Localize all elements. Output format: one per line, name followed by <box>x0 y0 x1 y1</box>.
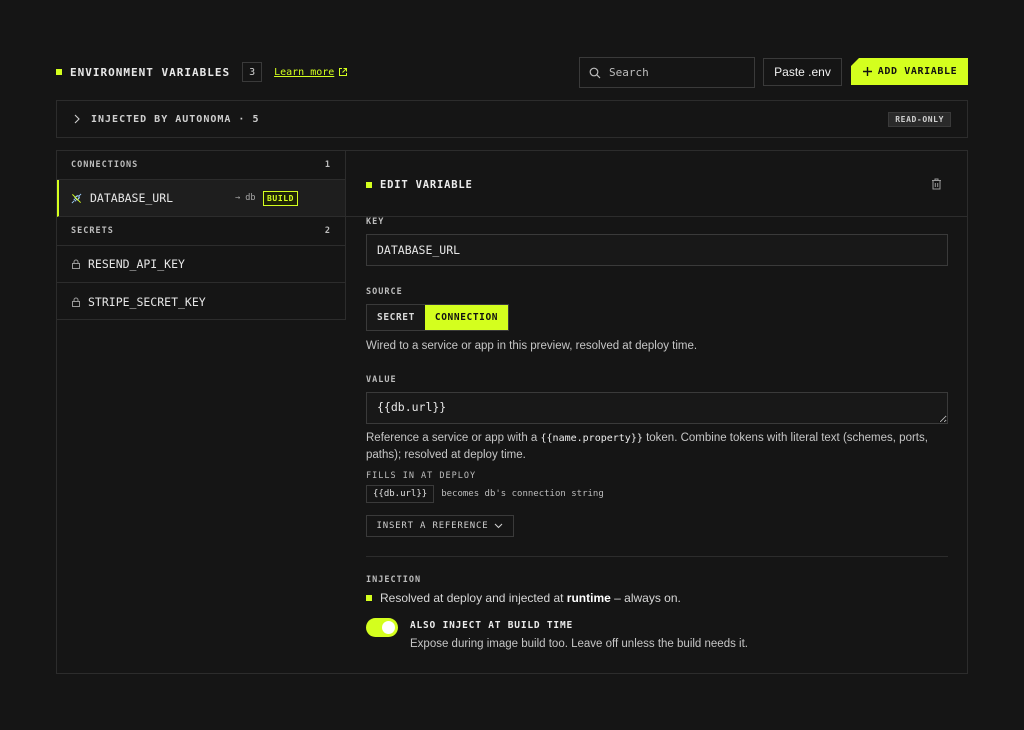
toggle-knob <box>382 621 395 634</box>
secrets-section-header: SECRETS 2 <box>57 217 345 246</box>
read-only-badge: READ-ONLY <box>888 112 951 127</box>
token-chip: {{db.url}} <box>366 485 435 503</box>
external-link-icon <box>339 68 348 76</box>
secrets-title: SECRETS <box>71 226 114 236</box>
plus-icon <box>862 67 872 76</box>
value-help-text: Reference a service or app with a {{name… <box>366 430 948 463</box>
connections-count: 1 <box>324 160 331 170</box>
key-label: KEY <box>366 217 385 227</box>
variable-name: STRIPE_SECRET_KEY <box>88 294 206 309</box>
chevron-right-icon <box>74 114 80 124</box>
build-badge: BUILD <box>263 191 299 206</box>
accent-square <box>56 69 62 75</box>
build-time-toggle-title: ALSO INJECT AT BUILD TIME <box>410 620 573 631</box>
learn-more-label: Learn more <box>274 66 335 78</box>
edit-variable-title: EDIT VARIABLE <box>380 179 473 191</box>
fills-description: becomes db's connection string <box>441 489 604 499</box>
list-item-stripe-secret-key[interactable]: STRIPE_SECRET_KEY <box>57 283 345 320</box>
learn-more-link[interactable]: Learn more <box>274 67 348 78</box>
injection-pre: Resolved at deploy and injected at <box>380 591 567 605</box>
token-syntax: {{name.property}} <box>540 433 643 444</box>
list-item-resend-api-key[interactable]: RESEND_API_KEY <box>57 246 345 283</box>
variable-list: CONNECTIONS 1 DATABASE_URL → db BUILD SE… <box>57 151 346 320</box>
key-input[interactable] <box>366 234 948 266</box>
value-label: VALUE <box>366 375 397 385</box>
injected-by-autonoma-row[interactable]: INJECTED BY AUTONOMA · 5 READ-ONLY <box>56 100 968 138</box>
source-toggle: SECRET CONNECTION <box>366 304 510 331</box>
variable-name: DATABASE_URL <box>90 191 174 205</box>
trash-icon[interactable] <box>931 178 942 190</box>
search-input[interactable] <box>609 66 739 79</box>
search-icon <box>589 67 601 78</box>
source-help-text: Wired to a service or app in this previe… <box>366 340 698 352</box>
injected-label: INJECTED BY AUTONOMA · 5 <box>91 113 260 125</box>
build-time-toggle[interactable] <box>366 618 398 637</box>
header-divider <box>346 216 968 217</box>
search-field[interactable] <box>579 57 755 88</box>
value-help-pre: Reference a service or app with a <box>366 432 541 444</box>
connections-title: CONNECTIONS <box>71 160 139 170</box>
fills-label: FILLS IN AT DEPLOY <box>366 471 477 481</box>
variables-panel: CONNECTIONS 1 DATABASE_URL → db BUILD SE… <box>56 150 968 674</box>
chevron-down-icon <box>495 523 503 529</box>
insert-reference-label: INSERT A REFERENCE <box>376 521 489 531</box>
build-time-toggle-description: Expose during image build too. Leave off… <box>410 638 748 650</box>
edit-variable-header: EDIT VARIABLE <box>366 177 948 193</box>
variable-count-badge: 3 <box>242 62 263 82</box>
lock-icon <box>72 297 80 307</box>
injection-label: INJECTION <box>366 575 422 585</box>
connection-target: → db <box>235 193 256 203</box>
source-connection-option[interactable]: CONNECTION <box>424 305 509 330</box>
header-title-group: ENVIRONMENT VARIABLES 3 Learn more <box>56 62 348 82</box>
add-variable-label: ADD VARIABLE <box>877 66 958 77</box>
paste-env-button[interactable]: Paste .env <box>763 58 842 86</box>
plug-icon <box>71 193 82 203</box>
add-variable-button[interactable]: ADD VARIABLE <box>851 58 968 85</box>
secrets-count: 2 <box>324 226 331 236</box>
connections-section-header: CONNECTIONS 1 <box>57 151 345 180</box>
fills-preview: {{db.url}} becomes db's connection strin… <box>366 485 604 503</box>
variable-name: RESEND_API_KEY <box>88 257 185 271</box>
injection-text: Resolved at deploy and injected at runti… <box>380 591 681 605</box>
injection-status: Resolved at deploy and injected at runti… <box>366 591 681 605</box>
section-divider <box>366 556 948 557</box>
accent-square <box>366 182 372 188</box>
insert-reference-button[interactable]: INSERT A REFERENCE <box>366 515 514 537</box>
injection-runtime: runtime <box>566 591 611 605</box>
list-item-database-url[interactable]: DATABASE_URL → db BUILD <box>57 180 345 217</box>
page-title: ENVIRONMENT VARIABLES <box>70 65 231 79</box>
lock-icon <box>72 259 80 269</box>
env-header: ENVIRONMENT VARIABLES 3 Learn more Paste… <box>56 56 968 88</box>
value-input[interactable]: {{db.url}} <box>366 392 948 424</box>
injection-post: – always on. <box>610 591 681 605</box>
source-label: SOURCE <box>366 287 403 297</box>
source-secret-option[interactable]: SECRET <box>367 305 425 330</box>
accent-square <box>366 595 372 601</box>
